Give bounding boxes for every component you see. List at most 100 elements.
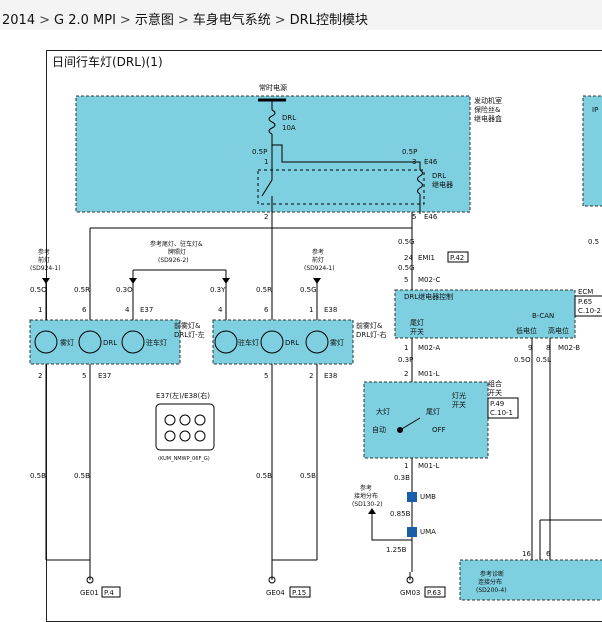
multifunction-switch-box — [363, 381, 489, 459]
ref-label: 连接分布 — [478, 578, 502, 586]
page-ref: C.10-1 — [490, 409, 513, 417]
connector-label: E37 — [98, 372, 111, 380]
wire-label: 0.3B — [394, 474, 410, 482]
arrow-icon — [129, 278, 137, 284]
wire-label: 0.5G — [398, 264, 415, 272]
switch-position: OFF — [432, 426, 446, 434]
splice-label: UMA — [420, 528, 436, 536]
assembly-label: DRL灯-左 — [174, 330, 205, 339]
wire-label: 0.5B — [74, 472, 90, 480]
connector-pins-icon — [164, 414, 206, 442]
page-ref: P.65 — [578, 298, 592, 306]
wiring-diagram: 常时电源 DRL 10A 发动机室 保险丝& 继电器盒 DRL 继电器 E46 … — [29, 83, 602, 601]
connector-label: M01-L — [418, 462, 439, 470]
splice-icon — [407, 527, 417, 537]
connector-label: E38 — [324, 372, 337, 380]
wire — [46, 559, 91, 572]
relay-label: DRL — [432, 172, 446, 180]
wire-label: 0.5B — [300, 472, 316, 480]
pin-label: 3 — [412, 158, 416, 166]
wire-label: 0.5R — [74, 286, 90, 294]
lamp-label: 驻车灯 — [146, 338, 167, 347]
relay-label: 继电器 — [432, 180, 453, 189]
wire-label: 0.5R — [256, 286, 272, 294]
wire-label: 0.5O — [514, 356, 531, 364]
assembly-label: 前雾灯& — [174, 321, 201, 330]
splice-label: UMB — [420, 493, 436, 501]
module-label: 开关 — [410, 327, 424, 336]
pin-label: 6 — [546, 550, 551, 558]
pin-label: 5 — [412, 213, 416, 221]
wire-label: 0.5G — [300, 286, 317, 294]
pin-label: 1 — [38, 306, 42, 314]
ground-label: GM03 — [400, 589, 420, 597]
ref-label: 前灯 — [312, 256, 324, 264]
ref-label: 牌照灯 — [168, 248, 186, 256]
pin-label: 1 — [309, 306, 313, 314]
switch-position: 大灯 — [376, 407, 390, 416]
connector-part: (KUM_NMWP_06F_G) — [158, 456, 210, 462]
ref-label: 参考诊断 — [480, 570, 504, 578]
ground-icon — [86, 572, 414, 584]
ref-label: 接地分布 — [354, 492, 378, 500]
module-label: DRL继电器控制 — [404, 292, 453, 301]
ref-label: (SD924-1) — [304, 265, 335, 272]
wire-label: 0.5G — [398, 238, 415, 246]
connector-label: E38 — [324, 306, 337, 314]
switch-position: 尾灯 — [426, 407, 440, 416]
connector-label: E37 — [140, 306, 153, 314]
page-ref: C.10-2 — [578, 307, 601, 315]
wire-label: 0.5 — [588, 238, 599, 246]
wire-label: 0.5P — [252, 148, 267, 156]
page-ref: P.42 — [450, 254, 464, 262]
module-label: 高电位 — [548, 326, 569, 335]
assembly-label: 前雾灯& — [356, 321, 383, 330]
connector-label: M02-A — [418, 344, 440, 352]
wire-label: 0.3O — [116, 286, 133, 294]
lamp-label: 雾灯 — [330, 338, 344, 347]
ref-label: (SD200-4) — [476, 587, 507, 594]
pin-label: 2 — [309, 372, 313, 380]
lamp-label: 驻车灯 — [238, 338, 259, 347]
pin-label: 4 — [218, 306, 223, 314]
ground-page: P.4 — [104, 589, 114, 597]
ref-label: 前灯 — [38, 256, 50, 264]
arrow-icon — [42, 278, 50, 284]
wire — [271, 559, 317, 572]
lamp-label: DRL — [103, 339, 117, 347]
pin-label: 4 — [125, 306, 130, 314]
ground-page: P.63 — [427, 589, 441, 597]
pin-label: 1 — [404, 462, 408, 470]
engine-box-label: 发动机室 — [474, 96, 502, 105]
module-label: 低电位 — [516, 326, 537, 335]
pin-label: 5 — [264, 372, 268, 380]
pin-label: 16 — [522, 550, 531, 558]
fuse-source-label: 常时电源 — [259, 83, 287, 92]
arrow-icon — [313, 278, 321, 284]
splice-icon — [407, 492, 417, 502]
ref-label: (SD130-2) — [352, 501, 383, 508]
switch-label: 开关 — [452, 400, 466, 409]
switch-pivot-icon — [397, 427, 403, 433]
lamp-label: DRL — [285, 339, 299, 347]
pin-label: 5 — [82, 372, 86, 380]
pin-label: 9 — [528, 344, 532, 352]
pin-label: 2 — [38, 372, 42, 380]
arrow-icon — [222, 278, 230, 284]
box-label: IP — [592, 106, 598, 114]
pin-label: 5 — [404, 276, 408, 284]
switch-position: 自动 — [372, 425, 386, 434]
module-label: ECM — [578, 288, 593, 296]
connector-label: M02-C — [418, 276, 440, 284]
arrow-icon — [368, 508, 376, 514]
ref-label: (SD926-2) — [158, 257, 189, 264]
pin-label: 2 — [264, 213, 268, 221]
ground-label: GE04 — [266, 589, 285, 597]
wire-label: 0.5O — [30, 286, 47, 294]
ref-label: 参考 — [38, 248, 50, 256]
ref-label: 参考尾灯、驻车灯& — [150, 240, 203, 248]
wire-label: 0.3Y — [210, 286, 226, 294]
module-label: 尾灯 — [410, 318, 424, 327]
connector-label: E46 — [424, 213, 438, 221]
connector-label: M01-L — [418, 370, 439, 378]
